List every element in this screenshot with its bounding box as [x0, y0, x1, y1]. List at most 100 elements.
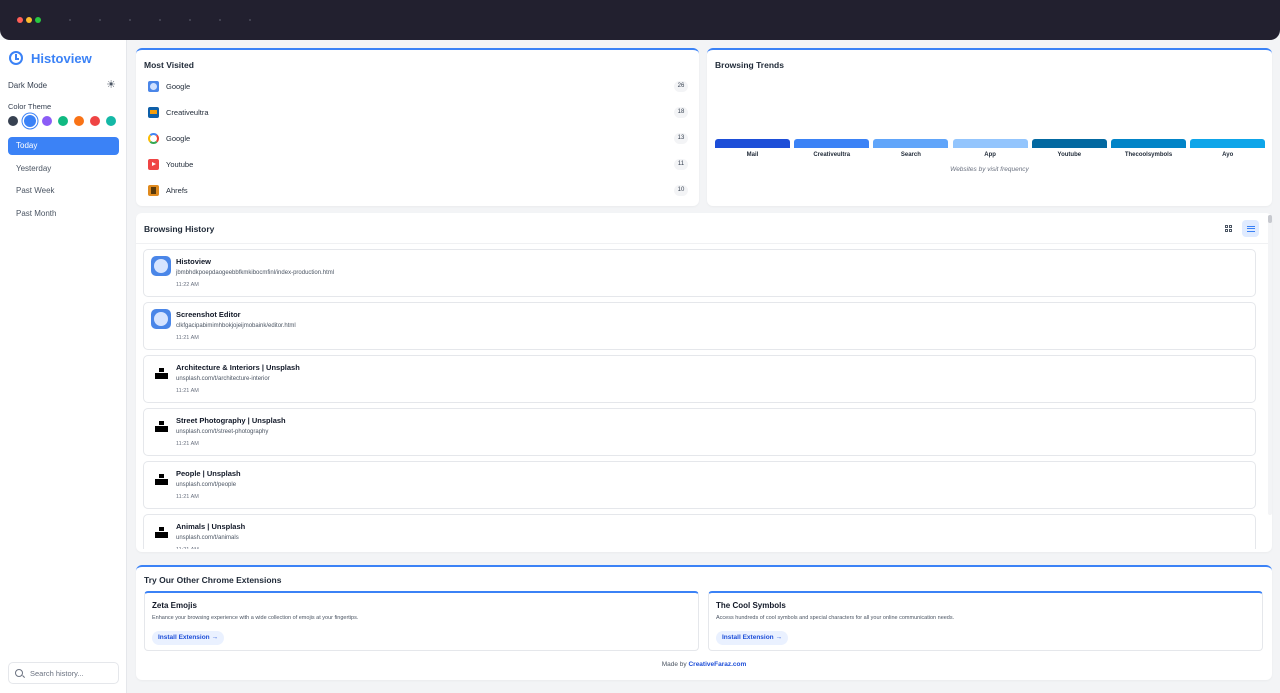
- brand: Histoview: [9, 49, 92, 67]
- nav-item-yesterday[interactable]: Yesterday: [8, 160, 119, 178]
- extensions-card: Try Our Other Chrome Extensions Zeta Emo…: [136, 565, 1272, 680]
- history-scrollbar[interactable]: [1268, 215, 1272, 515]
- extension-description: Access hundreds of cool symbols and spec…: [716, 615, 955, 621]
- history-item[interactable]: Histoview jbmbhdkpoepdaogeebbfkmkibocmfin…: [143, 249, 1256, 297]
- install-extension-button[interactable]: Install Extension →: [716, 631, 788, 645]
- dark-mode-label: Dark Mode: [8, 80, 48, 90]
- grid-view-button[interactable]: [1220, 220, 1237, 237]
- history-item[interactable]: People | Unsplash unsplash.com/t/people 11…: [143, 461, 1256, 509]
- extension-card: Zeta Emojis Enhance your browsing experie…: [144, 591, 699, 651]
- browsing-trends-title: Browsing Trends: [715, 60, 784, 70]
- color-swatch[interactable]: [8, 116, 18, 126]
- search-icon: [15, 669, 23, 677]
- visit-count-badge: 13: [674, 132, 688, 144]
- history-list: Histoview jbmbhdkpoepdaogeebbfkmkibocmfin…: [143, 247, 1256, 549]
- history-item-url: unsplash.com/t/architecture-interior: [176, 376, 270, 382]
- trend-bar[interactable]: [1190, 139, 1266, 148]
- visit-count-badge: 18: [674, 106, 688, 118]
- color-swatches: [8, 115, 116, 127]
- trend-bar-label: Thecoolsymbols: [1124, 152, 1173, 158]
- trend-bar[interactable]: [952, 139, 1028, 148]
- site-name: Ahrefs: [166, 185, 188, 195]
- trend-bar-group: Mail: [715, 139, 790, 179]
- unsplash-icon: [151, 415, 171, 435]
- color-swatch[interactable]: [24, 115, 36, 127]
- sidebar-nav: Today Yesterday Past Week Past Month: [8, 137, 119, 228]
- color-swatch[interactable]: [74, 116, 84, 126]
- extension-name: The Cool Symbols: [716, 601, 786, 610]
- extension-description: Enhance your browsing experience with a …: [152, 615, 359, 621]
- titlebar-dot: [69, 19, 71, 21]
- close-window-button[interactable]: [17, 17, 23, 23]
- site-name: Creativeultra: [166, 107, 209, 117]
- history-item[interactable]: Architecture & Interiors | Unsplash unspl…: [143, 355, 1256, 403]
- site-name: Google: [166, 133, 191, 143]
- most-visited-item[interactable]: Youtube 11: [148, 157, 688, 171]
- trend-bar-group: Creativeultra: [794, 139, 870, 179]
- trend-bar[interactable]: [1031, 139, 1107, 148]
- trend-bar[interactable]: [794, 139, 870, 148]
- history-item[interactable]: Street Photography | Unsplash unsplash.co…: [143, 408, 1256, 456]
- list-view-button[interactable]: [1242, 220, 1259, 237]
- browsing-history-title: Browsing History: [144, 224, 215, 234]
- history-item-time: 11:21 AM: [176, 441, 199, 447]
- trend-bar[interactable]: [1111, 139, 1186, 148]
- trend-bar[interactable]: [715, 139, 790, 148]
- trend-bar-label: App: [984, 152, 996, 158]
- globe-icon: [148, 80, 159, 92]
- minimize-window-button[interactable]: [26, 17, 32, 23]
- nav-item-past-month[interactable]: Past Month: [8, 205, 119, 223]
- nav-item-past-week[interactable]: Past Week: [8, 182, 119, 200]
- search-box[interactable]: [8, 662, 119, 684]
- youtube-icon: [148, 158, 159, 170]
- titlebar-dot: [219, 19, 221, 21]
- trend-bar-label: Ayo: [1222, 152, 1234, 158]
- trend-bar-label: Creativeultra: [813, 152, 851, 158]
- unsplash-icon: [151, 521, 171, 541]
- history-item-title: Screenshot Editor: [176, 310, 241, 319]
- history-item[interactable]: Screenshot Editor clkfgacipabimimhbokjoje…: [143, 302, 1256, 350]
- history-item-title: Architecture & Interiors | Unsplash: [176, 363, 300, 372]
- history-item-url: unsplash.com/t/people: [176, 482, 237, 488]
- trend-bar-group: Ayo: [1190, 139, 1266, 179]
- most-visited-item[interactable]: Ahrefs 10: [148, 183, 688, 197]
- trend-bar-group: Search: [873, 139, 949, 179]
- color-swatch[interactable]: [42, 116, 52, 126]
- color-swatch[interactable]: [106, 116, 116, 126]
- history-item-title: Animals | Unsplash: [176, 522, 246, 531]
- visit-count-badge: 10: [674, 184, 688, 196]
- history-item[interactable]: Animals | Unsplash unsplash.com/t/animals…: [143, 514, 1256, 549]
- titlebar-dot: [249, 19, 251, 21]
- search-input[interactable]: [30, 668, 115, 678]
- nav-item-today[interactable]: Today: [8, 137, 119, 155]
- color-swatch[interactable]: [58, 116, 68, 126]
- extensions-title: Try Our Other Chrome Extensions: [144, 575, 282, 585]
- color-swatch[interactable]: [90, 116, 100, 126]
- history-item-title: Histoview: [176, 257, 212, 266]
- most-visited-item[interactable]: Creativeultra 18: [148, 105, 688, 119]
- trend-bar-label: Youtube: [1057, 152, 1082, 158]
- trend-bar[interactable]: [873, 139, 949, 148]
- creativefaraz-link[interactable]: CreativeFaraz.com: [688, 661, 746, 668]
- list-icon: [1246, 225, 1255, 232]
- history-item-url: unsplash.com/t/street-photography: [176, 429, 269, 435]
- ahrefs-icon: [148, 184, 159, 196]
- titlebar-dot: [129, 19, 131, 21]
- trend-bar-group: App: [952, 139, 1028, 179]
- history-item-time: 11:21 AM: [176, 494, 199, 500]
- browsing-history-card: Browsing History Histoview jbmbhdkpoepdao…: [136, 213, 1272, 552]
- history-item-url: jbmbhdkpoepdaogeebbfkmkibocmfinl/index-p…: [176, 270, 335, 276]
- window-titlebar: [0, 0, 1280, 40]
- trend-bar-label: Search: [900, 152, 921, 158]
- google-icon: [148, 132, 159, 144]
- trend-bar-group: Thecoolsymbols: [1111, 139, 1186, 179]
- install-extension-button[interactable]: Install Extension →: [152, 631, 224, 645]
- scrollbar-thumb[interactable]: [1268, 215, 1272, 223]
- most-visited-item[interactable]: Google 13: [148, 131, 688, 145]
- globe-icon: [151, 309, 171, 329]
- most-visited-item[interactable]: Google 26: [148, 79, 688, 93]
- made-by: Made by CreativeFaraz.com: [136, 661, 1272, 668]
- sun-icon[interactable]: ☀: [106, 80, 116, 91]
- maximize-window-button[interactable]: [35, 17, 41, 23]
- titlebar-dot: [159, 19, 161, 21]
